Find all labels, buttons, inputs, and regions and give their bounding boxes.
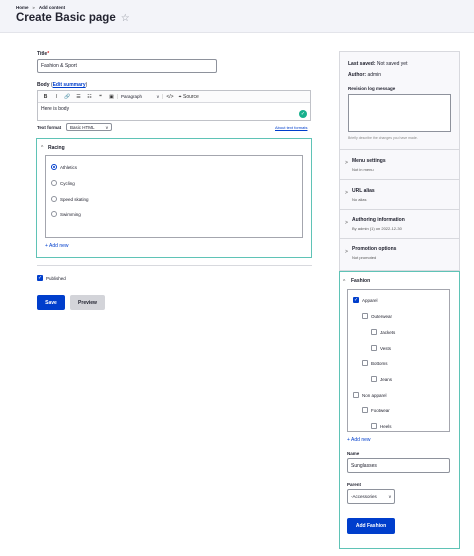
- bold-button[interactable]: B: [40, 94, 51, 100]
- chevron-down-icon: v: [105, 124, 108, 130]
- title-input[interactable]: Fashion & Sport: [37, 59, 217, 73]
- parent-select[interactable]: -Accessories v: [347, 489, 395, 504]
- paragraph-format-select[interactable]: Paragraph v: [117, 94, 163, 99]
- checkbox-footwear[interactable]: [362, 407, 368, 413]
- checkbox-label: Jeans: [380, 377, 393, 382]
- chevron-right-icon: >: [345, 190, 348, 196]
- checkbox-label: Jackets: [380, 330, 396, 335]
- editor-content[interactable]: Here is body ✓: [38, 103, 310, 120]
- name-input[interactable]: Sunglasses: [347, 458, 450, 473]
- fashion-title[interactable]: Fashion: [351, 278, 370, 284]
- chevron-right-icon: >: [345, 249, 348, 255]
- checkbox-label: Outerwear: [371, 314, 393, 319]
- chevron-right-icon: >: [345, 160, 348, 166]
- text-format-select[interactable]: Basic HTML v: [66, 123, 112, 131]
- breadcrumb-current[interactable]: Add content: [39, 5, 65, 10]
- radio-speed-skating[interactable]: [51, 196, 57, 202]
- add-fashion-button[interactable]: Add Fashion: [347, 518, 395, 534]
- chevron-right-icon: >: [345, 220, 348, 226]
- parent-label: Parent: [347, 482, 362, 487]
- editor-toolbar: B I 🔗 ☰ ☷ ❝ ▣ Paragraph v </> ⌖ Source: [38, 91, 310, 103]
- url-alias-toggle[interactable]: URL alias: [352, 188, 375, 194]
- revision-log-label: Revision log message: [348, 86, 396, 91]
- author: Author: admin: [348, 72, 382, 78]
- grammar-check-icon[interactable]: ✓: [299, 110, 307, 118]
- save-button[interactable]: Save: [37, 295, 65, 310]
- numbered-list-icon[interactable]: ☷: [84, 94, 95, 100]
- radio-label: Athletics: [60, 165, 78, 170]
- bulleted-list-icon[interactable]: ☰: [73, 94, 84, 100]
- checkbox-jackets[interactable]: [371, 329, 377, 335]
- image-icon[interactable]: ▣: [106, 94, 117, 100]
- checkbox-bottoms[interactable]: [362, 360, 368, 366]
- star-icon[interactable]: ☆: [121, 13, 130, 24]
- checkbox-label: Apparel: [362, 298, 378, 303]
- racing-title[interactable]: Racing: [48, 145, 65, 151]
- chevron-down-icon: v: [156, 94, 159, 99]
- radio-swimming[interactable]: [51, 211, 57, 217]
- breadcrumb: Home > Add content: [16, 5, 65, 10]
- revision-log-hint: Briefly describe the changes you have ma…: [348, 136, 418, 140]
- italic-button[interactable]: I: [51, 94, 62, 100]
- preview-button[interactable]: Preview: [70, 295, 105, 310]
- code-icon[interactable]: </>: [163, 94, 177, 100]
- racing-add-new-link[interactable]: + Add new: [45, 243, 69, 249]
- meta-sidebar: Last saved: Not saved yet Author: admin …: [339, 51, 460, 271]
- revision-log-textarea[interactable]: [348, 94, 451, 132]
- body-editor: B I 🔗 ☰ ☷ ❝ ▣ Paragraph v </> ⌖ Source H…: [37, 90, 311, 121]
- blockquote-icon[interactable]: ❝: [95, 94, 106, 100]
- source-button[interactable]: Source: [183, 94, 203, 100]
- radio-label: Swimming: [60, 212, 81, 217]
- checkbox-label: Footwear: [371, 408, 390, 413]
- divider: [37, 265, 312, 266]
- chevron-up-icon[interactable]: ^: [41, 145, 43, 151]
- radio-label: Cycling: [60, 181, 75, 186]
- text-format-label: Text format: [37, 125, 62, 130]
- radio-cycling[interactable]: [51, 180, 57, 186]
- chevron-up-icon[interactable]: ^: [343, 279, 345, 285]
- authoring-information-toggle[interactable]: Authoring information: [352, 217, 405, 223]
- fashion-add-new-link[interactable]: + Add new: [347, 437, 371, 443]
- radio-athletics[interactable]: [51, 164, 57, 170]
- checkbox-outerwear[interactable]: [362, 313, 368, 319]
- promotion-options-toggle[interactable]: Promotion options: [352, 246, 396, 252]
- checkbox-jeans[interactable]: [371, 376, 377, 382]
- published-checkbox[interactable]: ✓: [37, 275, 43, 281]
- published-label: Published: [46, 276, 66, 281]
- last-saved: Last saved: Not saved yet: [348, 61, 408, 67]
- radio-label: Speed skating: [60, 197, 89, 202]
- title-label: Title*: [37, 51, 50, 57]
- breadcrumb-separator-icon: >: [32, 5, 35, 10]
- chevron-down-icon: v: [388, 494, 391, 499]
- name-label: Name: [347, 451, 360, 456]
- checkbox-vests[interactable]: [371, 345, 377, 351]
- checkbox-label: Vests: [380, 346, 392, 351]
- body-label: Body (Edit summary): [37, 82, 88, 88]
- breadcrumb-home[interactable]: Home: [16, 5, 29, 10]
- checkbox-label: Heels: [380, 424, 392, 429]
- page-title: Create Basic page ☆: [16, 12, 130, 24]
- authoring-information-summary: By admin (1) on 2022-12-30: [352, 226, 402, 231]
- checkbox-non-apparel[interactable]: [353, 392, 359, 398]
- checkbox-label: Non apparel: [362, 393, 387, 398]
- checkbox-heels[interactable]: [371, 423, 377, 429]
- checkbox-label: Bottoms: [371, 361, 388, 366]
- url-alias-summary: No alias: [352, 197, 367, 202]
- checkbox-apparel[interactable]: ✓: [353, 297, 359, 303]
- promotion-options-summary: Not promoted: [352, 255, 377, 260]
- menu-settings-summary: Not in menu: [352, 167, 374, 172]
- link-icon[interactable]: 🔗: [62, 94, 73, 100]
- page-header: Home > Add content Create Basic page ☆: [0, 0, 474, 33]
- edit-summary-link[interactable]: Edit summary: [53, 82, 86, 88]
- menu-settings-toggle[interactable]: Menu settings: [352, 158, 386, 164]
- about-text-formats-link[interactable]: About text formats: [275, 125, 307, 130]
